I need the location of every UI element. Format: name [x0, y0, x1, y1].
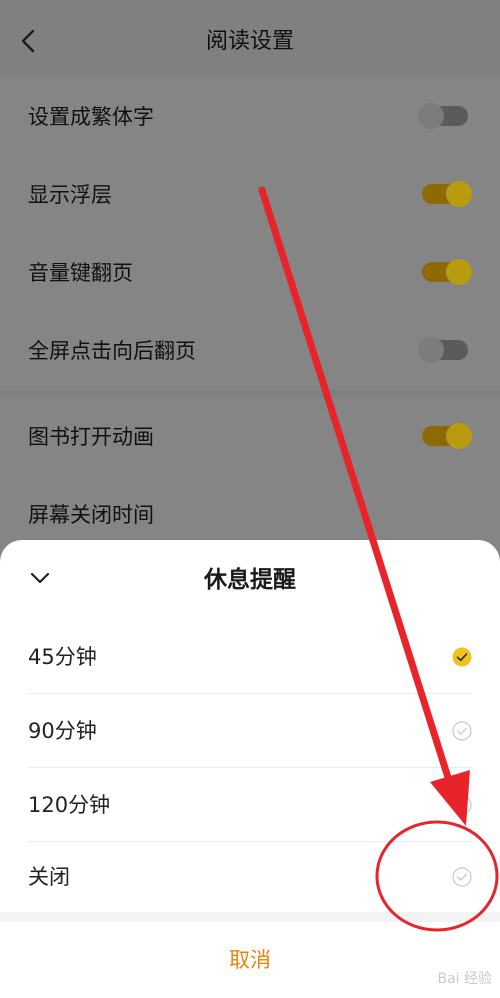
screen: 阅读设置 设置成繁体字 显示浮层 音量键翻页 全屏点击向后翻页 图书打开动画 屏…	[0, 0, 500, 998]
top-bar: 阅读设置	[0, 0, 500, 80]
check-selected-icon	[452, 647, 472, 667]
setting-row-volume-key-page[interactable]: 音量键翻页	[0, 234, 500, 312]
page-title: 阅读设置	[205, 29, 294, 54]
sheet-separator	[0, 912, 500, 922]
setting-label: 图书打开动画	[28, 425, 154, 449]
watermark: Bai 经验	[437, 971, 492, 987]
option-label: 关闭	[28, 865, 70, 889]
option-label: 90分钟	[28, 719, 97, 743]
setting-label: 全屏点击向后翻页	[28, 339, 196, 363]
option-45-minutes[interactable]: 45分钟	[0, 620, 500, 694]
toggle-knob	[418, 103, 444, 129]
setting-label: 音量键翻页	[28, 261, 133, 285]
toggle-switch[interactable]	[418, 337, 468, 363]
setting-row-show-overlay[interactable]: 显示浮层	[0, 156, 500, 234]
settings-card-display: 图书打开动画 屏幕关闭时间	[0, 398, 500, 558]
setting-row-traditional-chinese[interactable]: 设置成繁体字	[0, 78, 500, 156]
option-off[interactable]: 关闭	[0, 840, 500, 914]
toggle-switch[interactable]	[422, 181, 472, 207]
toggle-knob	[446, 423, 472, 449]
check-unselected-icon	[452, 721, 472, 741]
setting-row-fullscreen-tap[interactable]: 全屏点击向后翻页	[0, 312, 500, 390]
setting-label: 显示浮层	[28, 183, 112, 207]
option-120-minutes[interactable]: 120分钟	[0, 768, 500, 842]
setting-label: 设置成繁体字	[28, 105, 154, 129]
toggle-switch[interactable]	[418, 103, 468, 129]
option-label: 45分钟	[28, 645, 97, 669]
sheet-title: 休息提醒	[204, 567, 296, 593]
toggle-switch[interactable]	[422, 423, 472, 449]
rest-reminder-sheet: 休息提醒 45分钟 90分钟 120分钟 关闭 取消	[0, 540, 500, 998]
toggle-knob	[418, 337, 444, 363]
check-unselected-icon	[452, 795, 472, 815]
option-label: 120分钟	[28, 793, 111, 817]
toggle-knob	[446, 181, 472, 207]
toggle-knob	[446, 259, 472, 285]
option-90-minutes[interactable]: 90分钟	[0, 694, 500, 768]
setting-row-book-open-animation[interactable]: 图书打开动画	[0, 398, 500, 476]
check-unselected-icon	[452, 867, 472, 887]
cancel-button[interactable]: 取消	[0, 922, 500, 998]
toggle-switch[interactable]	[422, 259, 472, 285]
settings-card-general: 设置成繁体字 显示浮层 音量键翻页 全屏点击向后翻页	[0, 78, 500, 390]
